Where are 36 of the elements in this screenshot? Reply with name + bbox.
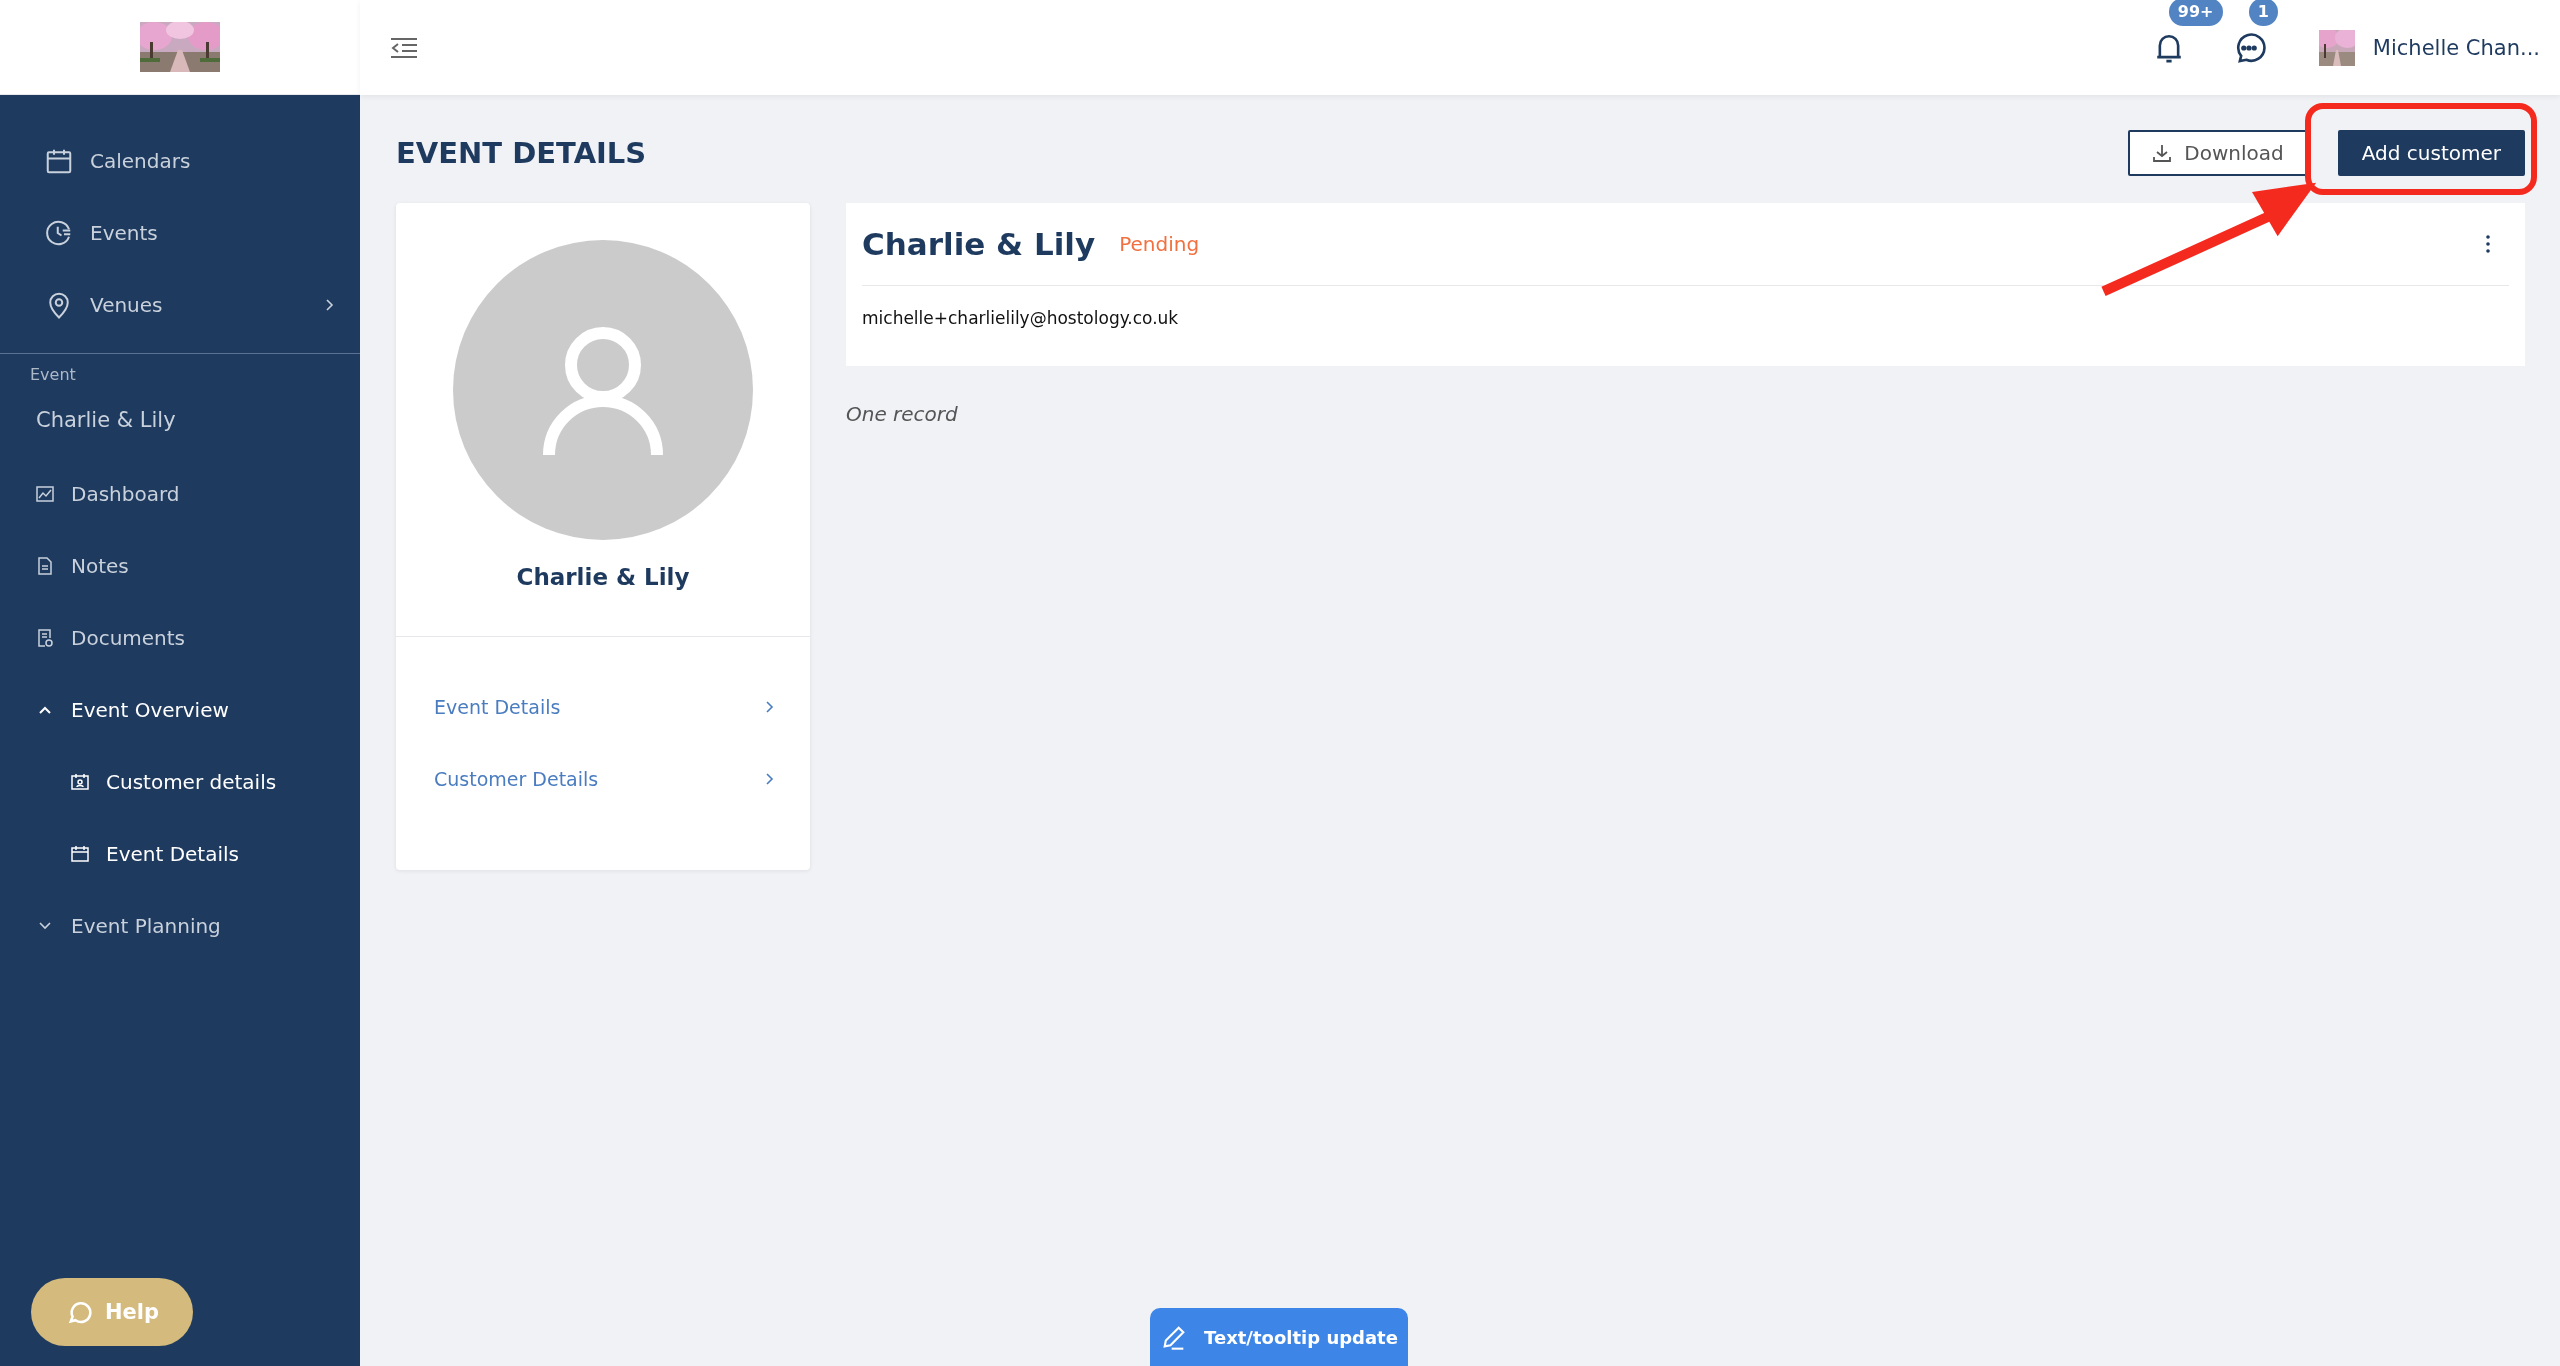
email-text: michelle+charlielily@hostology.co.uk [862,307,1180,330]
notification-badge: 99+ [2168,0,2223,26]
user-name[interactable]: Michelle Chan... [2372,35,2540,60]
sidebar-item[interactable]: Events [0,197,360,269]
status-label: Pending [1119,232,1200,256]
chart-icon [35,484,55,504]
page-title: EVENT DETAILS [396,136,648,170]
sidebar-item[interactable]: Calendars [0,125,360,197]
download-button[interactable]: Download [2128,130,2308,176]
chevron-right-icon [764,699,774,715]
record-name: Charlie & Lily [862,226,1096,262]
sidebar-item[interactable]: Dashboard [0,458,360,530]
message-badge: 1 [2248,0,2278,26]
contact-card-icon [70,772,90,792]
feedback-button[interactable]: Text/tooltip update [1150,1308,1408,1366]
sidebar-subitem[interactable]: Customer details [0,746,360,818]
menu-collapse-icon[interactable] [390,36,418,59]
sidebar-subitem[interactable]: Event Details [0,818,360,890]
section-label: Event [29,364,77,386]
record-count: One record [846,402,959,426]
profile-link[interactable]: Customer Details [434,743,774,815]
document-icon [35,556,55,576]
sidebar-item[interactable]: Event Planning [0,890,360,962]
add-customer-button[interactable]: Add customer [2337,130,2525,176]
profile-name: Charlie & Lily [516,564,690,590]
chevron-right-icon [324,297,334,313]
sidebar-item[interactable]: Documents [0,602,360,674]
chevron-right-icon [764,771,774,787]
calendar-icon [70,844,90,864]
event-name: Charlie & Lily [35,407,177,434]
sidebar-item[interactable]: Notes [0,530,360,602]
sidebar-item[interactable]: Event Overview [0,674,360,746]
document-check-icon [35,628,55,648]
profile-link[interactable]: Event Details [434,671,774,743]
download-icon [2152,143,2173,163]
sidebar-item[interactable]: Venues [0,269,360,341]
